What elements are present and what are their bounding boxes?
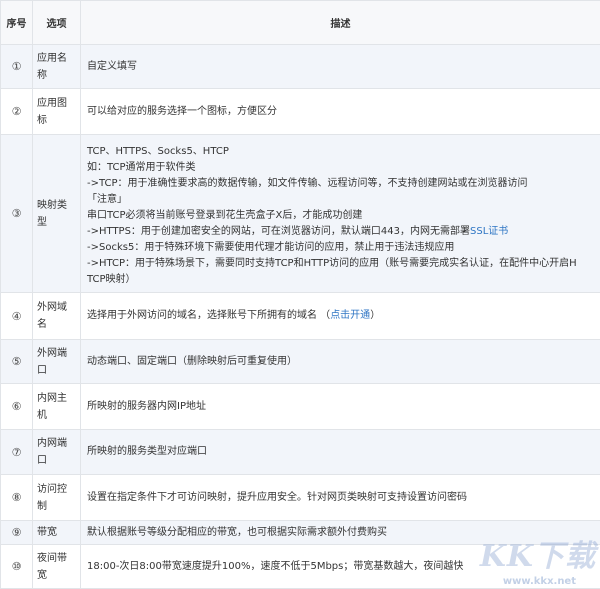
row-description: 所映射的服务器内网IP地址 — [80, 383, 600, 430]
row-option: 外网域名 — [32, 292, 81, 340]
table-row: ③ 映射类型 TCP、HTTPS、Socks5、HTCP 如：TCP通常用于软件… — [0, 134, 600, 293]
row-option: 内网主机 — [32, 383, 81, 430]
table-row: ① 应用名称 自定义填写 — [0, 44, 600, 89]
row-number: ⑨ — [0, 520, 33, 545]
row-description: 选择用于外网访问的域名，选择账号下所拥有的域名 （点击开通） — [80, 292, 600, 340]
row-option: 访问控制 — [32, 474, 81, 521]
desc-text: ->HTTPS：用于创建加密安全的网站，可在浏览器访问，默认端口443，内网无需… — [87, 225, 471, 237]
desc-line: ->HTCP：用于特殊场景下，需要同时支持TCP和HTTP访问的应用（账号需要完… — [87, 257, 577, 269]
table-row: ⑥ 内网主机 所映射的服务器内网IP地址 — [0, 383, 600, 430]
desc-line: 「注意」 — [87, 193, 127, 205]
row-option: 外网端口 — [32, 339, 81, 384]
desc-line: 串口TCP必须将当前账号登录到花生壳盒子X后，才能成功创建 — [87, 209, 363, 221]
row-number: ③ — [0, 134, 33, 293]
row-description: 可以给对应的服务选择一个图标，方便区分 — [80, 88, 600, 135]
row-option: 夜间带宽 — [32, 544, 81, 589]
watermark-logo: KK下载 — [479, 539, 596, 574]
row-number: ② — [0, 88, 33, 135]
desc-line: TCP、HTTPS、Socks5、HTCP — [87, 145, 229, 157]
header-no: 序号 — [0, 0, 33, 45]
desc-text: 选择用于外网访问的域名，选择账号下所拥有的域名 （ — [87, 310, 331, 321]
row-number: ⑥ — [0, 383, 33, 430]
header-option: 选项 — [32, 0, 81, 45]
watermark-url: www.kkx.net — [502, 576, 576, 587]
row-description: 所映射的服务类型对应端口 — [80, 429, 600, 475]
row-option: 应用名称 — [32, 44, 81, 89]
desc-line: ->Socks5：用于特殊环境下需要使用代理才能访问的应用，禁止用于违法违规应用 — [87, 241, 455, 253]
row-number: ① — [0, 44, 33, 89]
table-row: ⑤ 外网端口 动态端口、固定端口（删除映射后可重复使用） — [0, 339, 600, 384]
table-row: ⑦ 内网端口 所映射的服务类型对应端口 — [0, 429, 600, 475]
row-number: ⑩ — [0, 544, 33, 589]
desc-line: ->HTTPS：用于创建加密安全的网站，可在浏览器访问，默认端口443，内网无需… — [87, 224, 594, 240]
table-row: ② 应用图标 可以给对应的服务选择一个图标，方便区分 — [0, 88, 600, 135]
row-number: ④ — [0, 292, 33, 340]
row-number: ⑤ — [0, 339, 33, 384]
table-row: ④ 外网域名 选择用于外网访问的域名，选择账号下所拥有的域名 （点击开通） — [0, 292, 600, 340]
row-description: 动态端口、固定端口（删除映射后可重复使用） — [80, 339, 600, 384]
row-option: 应用图标 — [32, 88, 81, 135]
desc-line: TCP映射） — [87, 273, 136, 285]
desc-line: 如：TCP通常用于软件类 — [87, 161, 196, 173]
row-description: 自定义填写 — [80, 44, 600, 89]
row-option: 映射类型 — [32, 134, 81, 293]
desc-line: ->TCP：用于准确性要求高的数据传输，如文件传输、远程访问等，不支持创建网站或… — [87, 177, 528, 189]
ssl-certificate-link[interactable]: SSL证书 — [470, 226, 508, 237]
row-description: 设置在指定条件下才可访问映射，提升应用安全。针对网页类映射可支持设置访问密码 — [80, 474, 600, 521]
row-number: ⑧ — [0, 474, 33, 521]
row-option: 带宽 — [32, 520, 81, 545]
desc-text-end: ） — [370, 310, 381, 321]
table-header-row: 序号 选项 描述 — [0, 0, 600, 45]
header-desc: 描述 — [80, 0, 600, 45]
table-row: ⑧ 访问控制 设置在指定条件下才可访问映射，提升应用安全。针对网页类映射可支持设… — [0, 474, 600, 521]
row-number: ⑦ — [0, 429, 33, 475]
activate-domain-link[interactable]: 点击开通 — [330, 310, 370, 321]
row-description: TCP、HTTPS、Socks5、HTCP 如：TCP通常用于软件类 ->TCP… — [80, 134, 600, 293]
row-option: 内网端口 — [32, 429, 81, 475]
options-table: 序号 选项 描述 ① 应用名称 自定义填写 ② 应用图标 可以给对应的服务选择一… — [0, 0, 600, 589]
